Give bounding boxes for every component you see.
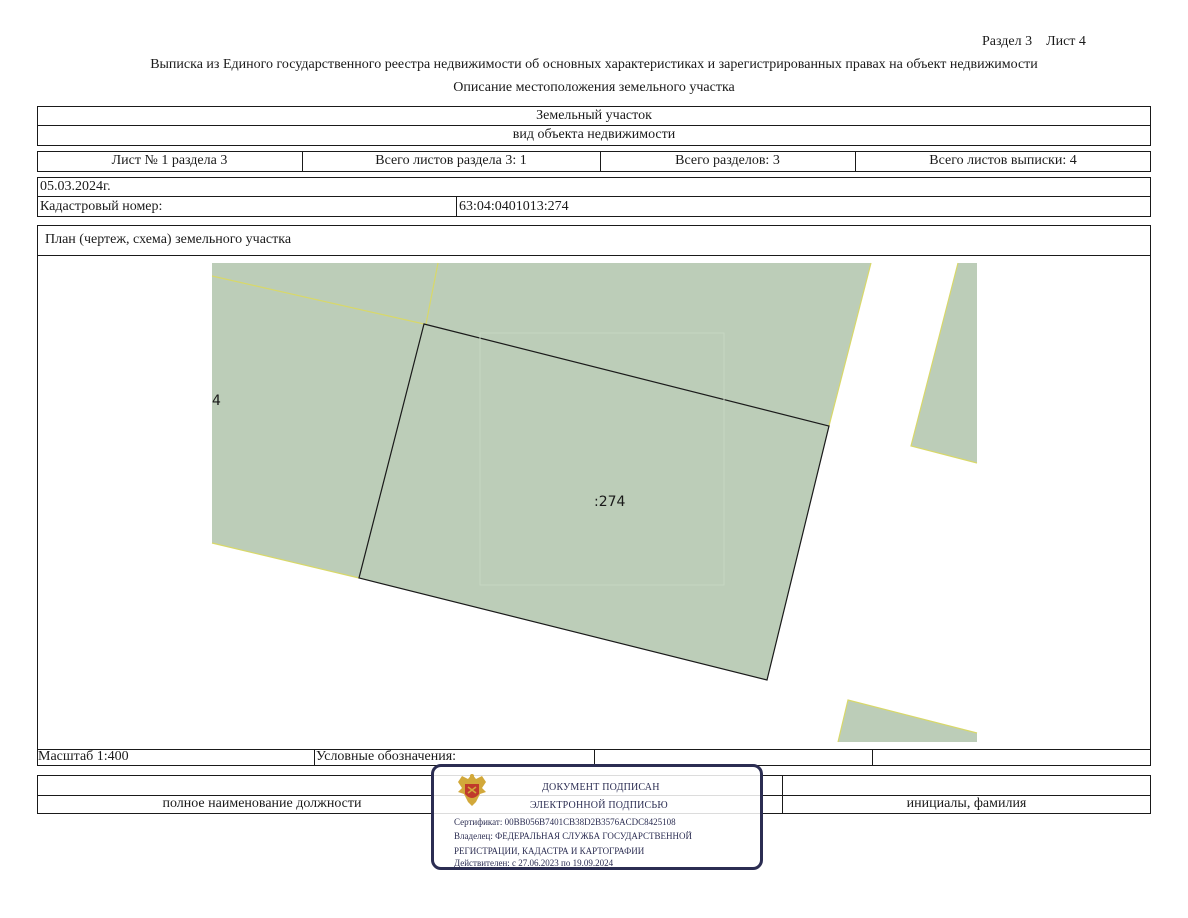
neighbor-label: 4 — [212, 393, 221, 409]
position-caption: полное наименование должности — [162, 796, 362, 811]
stamp-signed-line2: ЭЛЕКТРОННОЙ ПОДПИСЬЮ — [530, 800, 668, 811]
initials-caption: инициалы, фамилия — [906, 796, 1027, 811]
scale-label: Масштаб 1:400 — [38, 749, 129, 764]
stamp-validity: Действителен: с 27.06.2023 по 19.09.2024 — [454, 858, 614, 868]
electronic-signature-stamp: ДОКУМЕНТ ПОДПИСАН ЭЛЕКТРОННОЙ ПОДПИСЬЮ С… — [431, 764, 763, 870]
legend-label: Условные обозначения: — [316, 749, 457, 764]
neighbor-parcel-bottom — [838, 700, 977, 742]
eagle-emblem-icon — [458, 774, 486, 806]
divider — [872, 749, 873, 766]
divider — [314, 749, 315, 766]
stamp-signed-line1: ДОКУМЕНТ ПОДПИСАН — [542, 782, 660, 793]
parcel-label: :274 — [594, 494, 626, 510]
neighbor-parcel-right — [911, 263, 977, 463]
stamp-owner-line2: РЕГИСТРАЦИИ, КАДАСТРА И КАРТОГРАФИИ — [454, 846, 645, 856]
stamp-owner-line1: Владелец: ФЕДЕРАЛЬНАЯ СЛУЖБА ГОСУДАРСТВЕ… — [454, 831, 693, 841]
stamp-certificate: Сертификат: 00BB056B7401CB38D2B3576ACDC8… — [454, 817, 676, 827]
